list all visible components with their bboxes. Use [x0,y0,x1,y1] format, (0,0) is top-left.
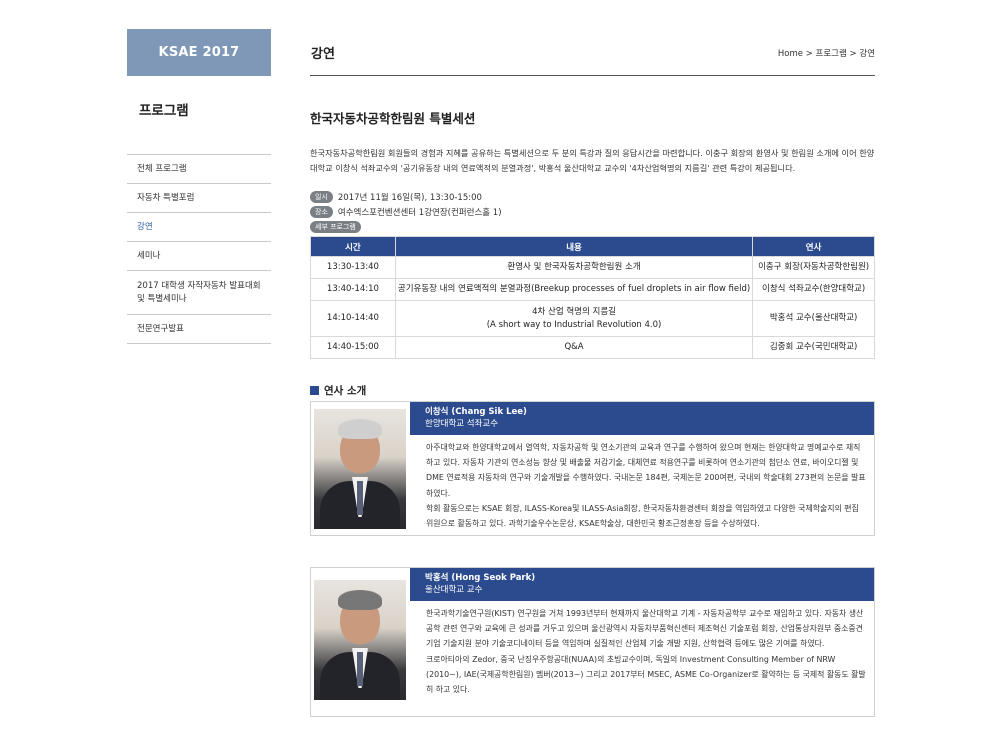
breadcrumb-program[interactable]: 프로그램 [816,49,847,59]
date-row: 일시 2017년 11월 16일(목), 13:30-15:00 [310,191,482,203]
sidebar-title: 프로그램 [127,99,271,155]
square-bullet-icon [310,386,319,395]
speaker-card: 이창식 (Chang Sik Lee) 한양대학교 석좌교수 아주대학교와 한양… [310,401,875,536]
breadcrumb: Home > 프로그램 > 강연 [777,49,875,59]
date-tag: 일시 [310,191,333,203]
table-header-row: 시간 내용 연사 [310,236,875,257]
sidebar-item-forum[interactable]: 자동차 특별포럼 [127,184,271,213]
content-cell: 공기유동장 내의 연료액적의 분열과정(Breekup processes of… [394,278,754,301]
main-content: 강연 Home > 프로그램 > 강연 한국자동차공학한림원 특별세션 한국자동… [310,29,875,717]
table-row: 14:10-14:40 4차 산업 혁명의 지름길 (A short way to… [310,300,875,337]
time-cell: 14:40-15:00 [310,336,396,359]
speaker-cell: 이충구 회장(자동차공학한림원) [752,256,875,279]
sidebar-item-research[interactable]: 전문연구발표 [127,315,271,344]
date-value: 2017년 11월 16일(목), 13:30-15:00 [337,193,482,203]
speaker-bio: 아주대학교와 한양대학교에서 열역학, 자동차공학 및 연소기관의 교육과 연구… [426,443,866,529]
place-value: 여수엑스포컨벤션센터 1강연장(컨퍼런스홀 1) [337,208,502,218]
table-row: 13:40-14:10 공기유동장 내의 연료액적의 분열과정(Breekup … [310,278,875,301]
table-row: 14:40-15:00 Q&A 김중회 교수(국민대학교) [310,336,875,359]
speaker-cell: 이창식 석좌교수(한양대학교) [752,278,875,301]
sidebar-item-all-program[interactable]: 전체 프로그램 [127,155,271,184]
content-cell: Q&A [394,336,754,359]
content-cell: 4차 산업 혁명의 지름길 (A short way to Industrial … [394,300,754,337]
column-header-time: 시간 [310,236,396,257]
logo[interactable]: KSAE 2017 [127,29,271,76]
place-row: 장소 여수엑스포컨벤션센터 1강연장(컨퍼런스홀 1) [310,206,502,218]
time-cell: 13:30-13:40 [310,256,396,279]
table-row: 13:30-13:40 환영사 및 한국자동차공학한림원 소개 이충구 회장(자… [310,256,875,279]
speaker-cell: 김중회 교수(국민대학교) [752,336,875,359]
schedule-table: 시간 내용 연사 13:30-13:40 환영사 및 한국자동차공학한림원 소개… [310,236,875,359]
breadcrumb-current: 강연 [859,49,875,59]
sidebar-item-lecture[interactable]: 강연 [127,213,271,242]
speaker-bio: 한국과학기술연구원(KIST) 연구원을 거쳐 1993년부터 현재까지 울산대… [426,609,866,695]
speaker-cell: 박홍석 교수(울산대학교) [752,300,875,337]
section-intro: 한국자동차공학한림원 회원들의 경험과 지혜를 공유하는 특별세션으로 두 분의… [310,148,875,173]
time-cell: 14:10-14:40 [310,300,396,337]
speaker-photo [314,409,406,529]
sidebar: KSAE 2017 프로그램 전체 프로그램 자동차 특별포럼 강연 세미나 2… [127,29,271,344]
speaker-affiliation: 울산대학교 교수 [425,585,483,595]
column-header-content: 내용 [394,236,754,257]
detail-row: 세부 프로그램 [310,221,366,233]
speaker-header: 박홍석 (Hong Seok Park) 울산대학교 교수 [410,568,874,601]
speaker-card: 박홍석 (Hong Seok Park) 울산대학교 교수 한국과학기술연구원(… [310,567,875,717]
time-cell: 13:40-14:10 [310,278,396,301]
page-title: 강연 [311,47,335,62]
sidebar-item-seminar[interactable]: 세미나 [127,242,271,271]
section-title: 한국자동차공학한림원 특별세션 [310,111,476,126]
speaker-photo [314,580,406,700]
place-tag: 장소 [310,206,333,218]
speakers-heading: 연사 소개 [310,383,366,398]
speaker-name: 이창식 (Chang Sik Lee) [425,407,527,417]
speaker-header: 이창식 (Chang Sik Lee) 한양대학교 석좌교수 [410,402,874,435]
sidebar-item-student-contest[interactable]: 2017 대학생 자작자동차 발표대회 및 특별세미나 [127,271,271,315]
detail-tag: 세부 프로그램 [310,221,361,233]
content-cell: 환영사 및 한국자동차공학한림원 소개 [394,256,754,279]
column-header-speaker: 연사 [752,236,875,257]
speaker-name: 박홍석 (Hong Seok Park) [425,573,536,583]
speaker-affiliation: 한양대학교 석좌교수 [425,419,499,429]
page-header: 강연 Home > 프로그램 > 강연 [310,29,875,76]
breadcrumb-home[interactable]: Home [778,49,803,59]
